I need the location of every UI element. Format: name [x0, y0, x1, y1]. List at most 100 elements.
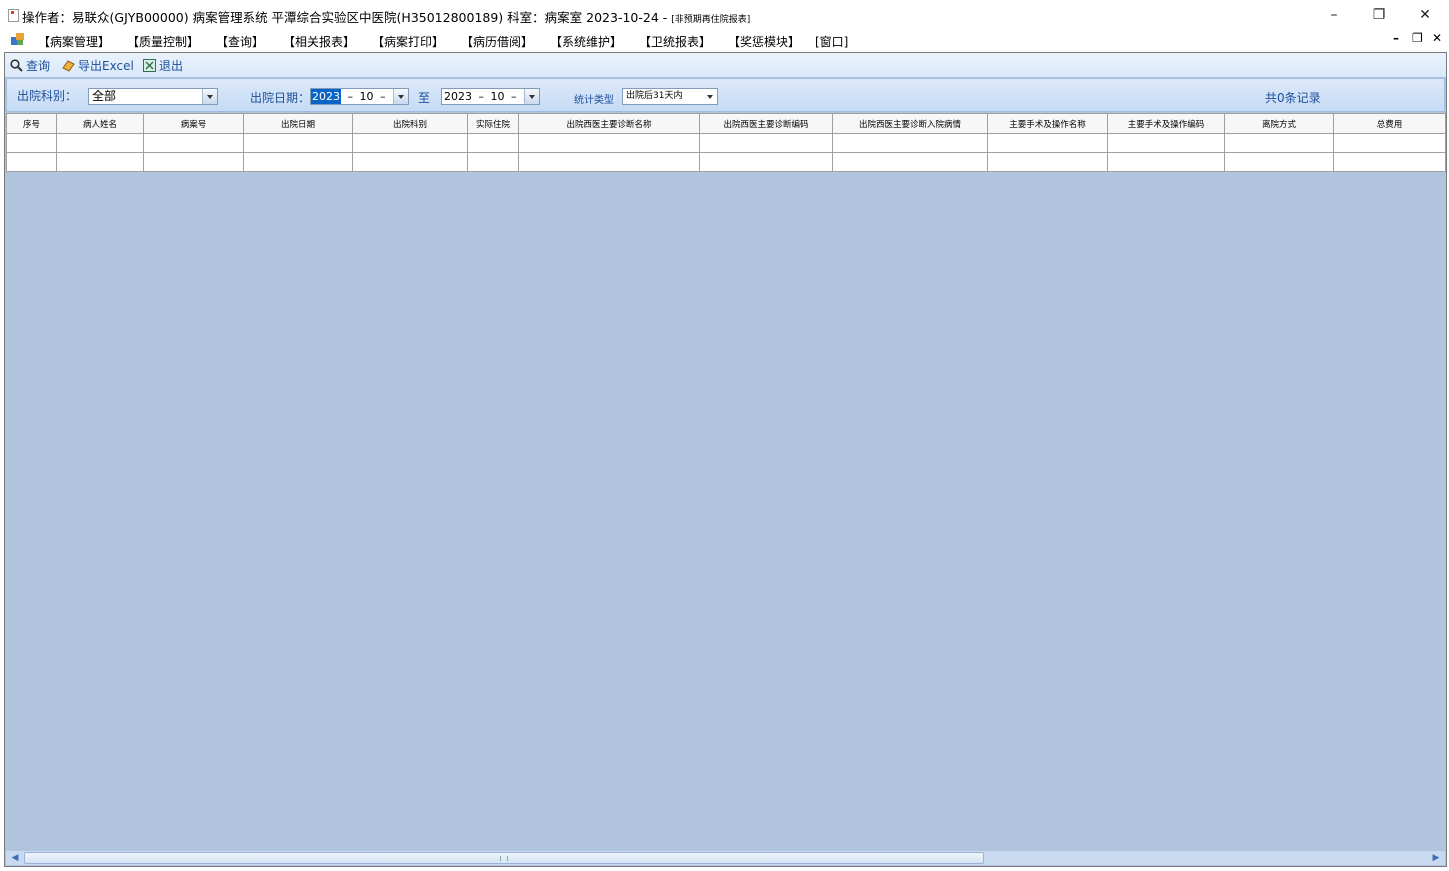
col-header[interactable]: 出院西医主要诊断编码: [699, 113, 833, 134]
menu-quality-control[interactable]: 【质量控制】: [127, 33, 199, 50]
record-count: 共0条记录: [1265, 91, 1321, 105]
table-cell[interactable]: [1107, 152, 1225, 172]
from-date-picker[interactable]: 2023 – 10 – 17: [310, 88, 409, 105]
table-cell[interactable]: [467, 133, 519, 153]
col-header[interactable]: 出院西医主要诊断名称: [518, 113, 700, 134]
table-cell[interactable]: [832, 133, 988, 153]
date-label: 出院日期：: [250, 91, 311, 105]
to-label: 至: [418, 91, 431, 105]
date-sep: –: [478, 90, 485, 103]
table-cell[interactable]: [699, 133, 833, 153]
search-icon: [10, 59, 23, 72]
date-sep: –: [347, 90, 354, 103]
chevron-down-icon[interactable]: [202, 89, 217, 104]
table-cell[interactable]: [6, 152, 57, 172]
table-cell[interactable]: [987, 133, 1108, 153]
exit-icon: [143, 59, 156, 72]
col-header[interactable]: 序号: [6, 113, 57, 134]
menu-bar: 【病案管理】 【质量控制】 【查询】 【相关报表】 【病案打印】 【病历借阅】 …: [0, 31, 1449, 51]
date-sep: –: [511, 90, 517, 103]
grip-icon: [500, 856, 508, 861]
from-month[interactable]: 10: [360, 89, 374, 104]
table-row[interactable]: [6, 133, 1446, 153]
table-cell[interactable]: [143, 133, 244, 153]
col-header[interactable]: 出院科别: [352, 113, 468, 134]
scroll-right-icon[interactable]: ▶: [1429, 851, 1443, 865]
col-header[interactable]: 主要手术及操作名称: [987, 113, 1108, 134]
to-year[interactable]: 2023: [444, 89, 472, 104]
table-cell[interactable]: [243, 133, 353, 153]
table-cell[interactable]: [352, 133, 468, 153]
title-bar: 操作者：易联众(GJYB00000) 病案管理系统 平潭综合实验区中医院(H35…: [0, 0, 1449, 31]
horizontal-scrollbar[interactable]: ◀ ▶: [6, 851, 1445, 865]
query-button[interactable]: 查询: [10, 57, 50, 74]
calendar-dropdown-icon[interactable]: [524, 89, 539, 104]
scroll-left-icon[interactable]: ◀: [8, 851, 22, 865]
table-cell[interactable]: [699, 152, 833, 172]
restore-button[interactable]: ❐: [1359, 4, 1399, 26]
table-cell[interactable]: [1107, 133, 1225, 153]
table-cell[interactable]: [518, 152, 700, 172]
table-cell[interactable]: [1333, 133, 1446, 153]
date-sep: –: [380, 90, 386, 103]
minimize-button[interactable]: –: [1314, 4, 1354, 26]
col-header[interactable]: 病人姓名: [56, 113, 144, 134]
window-title-note: [非预期再住院报表]: [671, 15, 751, 25]
mdi-minimize-button[interactable]: –: [1393, 31, 1399, 45]
table-cell[interactable]: [243, 152, 353, 172]
scrollbar-thumb[interactable]: [24, 852, 984, 864]
table-cell[interactable]: [1224, 152, 1334, 172]
dept-label: 出院科别：: [17, 89, 78, 103]
chevron-down-icon[interactable]: [703, 89, 717, 104]
table-cell[interactable]: [987, 152, 1108, 172]
table-cell[interactable]: [352, 152, 468, 172]
exit-button[interactable]: 退出: [143, 57, 183, 74]
exit-label: 退出: [159, 59, 184, 73]
eraser-icon: [62, 60, 75, 72]
col-header[interactable]: 出院西医主要诊断入院病情: [832, 113, 988, 134]
stat-type-label: 统计类型: [574, 95, 614, 106]
stat-type-select[interactable]: 出院后31天内: [622, 88, 718, 105]
table-cell[interactable]: [56, 133, 144, 153]
table-cell[interactable]: [1224, 133, 1334, 153]
mdi-close-button[interactable]: ✕: [1432, 31, 1442, 45]
col-header[interactable]: 病案号: [143, 113, 244, 134]
app-icon: [8, 9, 19, 22]
menu-system-maintenance[interactable]: 【系统维护】: [550, 33, 622, 50]
col-header[interactable]: 出院日期: [243, 113, 353, 134]
menu-related-reports[interactable]: 【相关报表】: [283, 33, 355, 50]
table-cell[interactable]: [56, 152, 144, 172]
window-title: 操作者：易联众(GJYB00000) 病案管理系统 平潭综合实验区中医院(H35…: [22, 7, 750, 26]
to-month[interactable]: 10: [491, 89, 505, 104]
menu-window[interactable]: [窗口]: [815, 33, 848, 50]
menu-query[interactable]: 【查询】: [216, 33, 264, 50]
col-header[interactable]: 实际住院: [467, 113, 519, 134]
stat-type-value: 出院后31天内: [626, 91, 683, 101]
to-date-picker[interactable]: 2023 – 10 – 24: [441, 88, 540, 105]
table-cell[interactable]: [832, 152, 988, 172]
table-cell[interactable]: [1333, 152, 1446, 172]
dept-select[interactable]: 全部: [88, 88, 218, 105]
table-row[interactable]: [6, 152, 1446, 172]
menu-reward-penalty[interactable]: 【奖惩模块】: [728, 33, 800, 50]
col-header[interactable]: 离院方式: [1224, 113, 1334, 134]
close-button[interactable]: ✕: [1405, 4, 1445, 26]
app-menu-icon[interactable]: [11, 33, 25, 46]
from-year[interactable]: 2023: [311, 89, 341, 104]
export-label: 导出Excel: [78, 59, 134, 73]
mdi-restore-button[interactable]: ❐: [1412, 31, 1423, 45]
menu-health-stats-reports[interactable]: 【卫统报表】: [639, 33, 711, 50]
col-header[interactable]: 总费用: [1333, 113, 1446, 134]
col-header[interactable]: 主要手术及操作编码: [1107, 113, 1225, 134]
table-cell[interactable]: [467, 152, 519, 172]
table-cell[interactable]: [6, 133, 57, 153]
menu-record-print[interactable]: 【病案打印】: [372, 33, 444, 50]
table-cell[interactable]: [518, 133, 700, 153]
report-window: 查询 导出Excel 退出 出院科别： 全部 出院日期： 2023 – 10 –: [4, 52, 1447, 867]
results-table: 序号 病人姓名 病案号 出院日期 出院科别 实际住院 出院西医主要诊断名称 出院…: [6, 113, 1446, 172]
menu-record-borrow[interactable]: 【病历借阅】: [461, 33, 533, 50]
export-excel-button[interactable]: 导出Excel: [62, 57, 134, 74]
menu-record-management[interactable]: 【病案管理】: [38, 33, 110, 50]
table-cell[interactable]: [143, 152, 244, 172]
calendar-dropdown-icon[interactable]: [393, 89, 408, 104]
